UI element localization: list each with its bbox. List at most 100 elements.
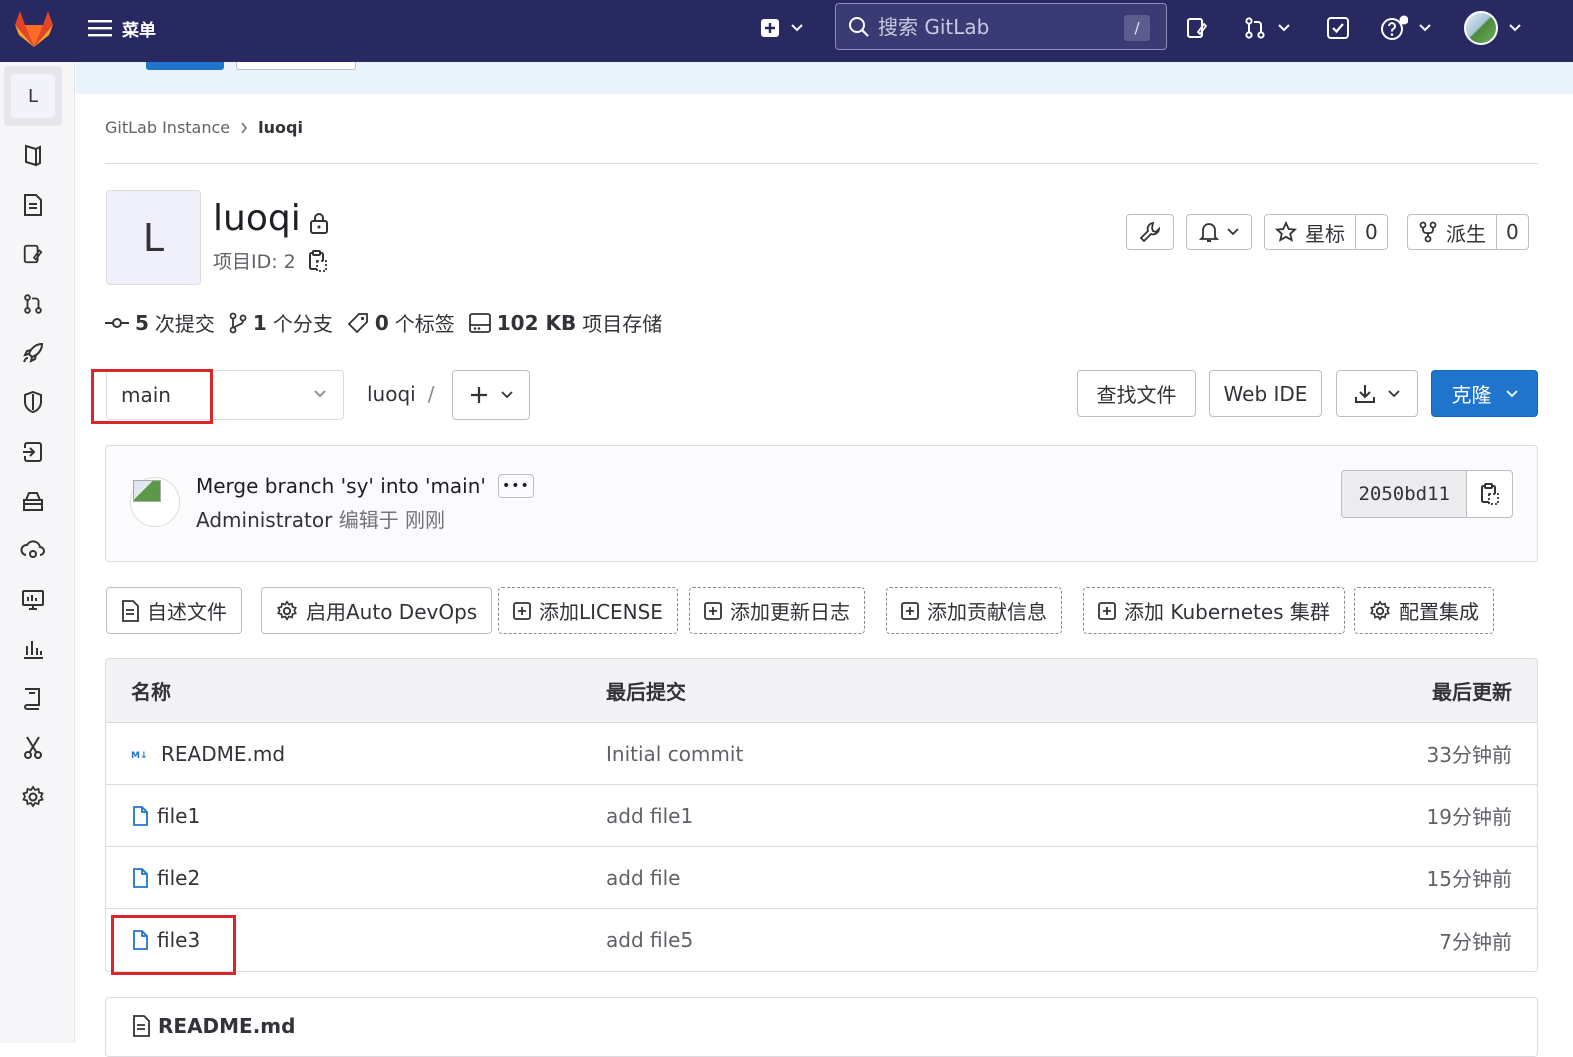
- readme-quick-action[interactable]: 自述文件: [106, 587, 242, 634]
- readme-panel: README.md: [105, 997, 1538, 1057]
- commit-author[interactable]: Administrator: [196, 508, 332, 532]
- shield-icon: [22, 390, 44, 414]
- banner-secondary-button[interactable]: [236, 62, 356, 70]
- todos-nav-button[interactable]: [1326, 14, 1350, 42]
- web-ide-button[interactable]: Web IDE: [1209, 370, 1322, 417]
- path-root[interactable]: luoqi: [367, 382, 416, 406]
- download-dropdown-button[interactable]: [1336, 370, 1418, 417]
- table-row[interactable]: file1 add file1 19分钟前: [106, 785, 1537, 847]
- fork-label: 派生: [1446, 221, 1486, 246]
- file-icon: [131, 805, 149, 827]
- find-file-button[interactable]: 查找文件: [1077, 370, 1196, 417]
- branches-stat[interactable]: 1 个分支: [229, 308, 333, 337]
- commit-author-avatar[interactable]: [130, 477, 180, 527]
- help-dropdown-button[interactable]: [1380, 14, 1432, 42]
- sidebar-item-project-overview[interactable]: [20, 142, 46, 168]
- file-name[interactable]: file3: [157, 928, 200, 952]
- sidebar-project-avatar[interactable]: L: [4, 66, 62, 126]
- tags-label: 个标签: [394, 312, 455, 336]
- gear-icon: [1369, 599, 1391, 622]
- file-name[interactable]: file1: [157, 804, 200, 828]
- search-shortcut-badge: /: [1124, 15, 1150, 41]
- sidebar-item-security[interactable]: [20, 389, 46, 415]
- sidebar-item-issues[interactable]: [20, 241, 46, 267]
- table-row[interactable]: file2 add file 15分钟前: [106, 847, 1537, 909]
- file-last-commit[interactable]: add file1: [606, 804, 1206, 828]
- commits-stat[interactable]: 5 次提交: [105, 308, 215, 337]
- settings-wrench-button[interactable]: [1126, 214, 1174, 250]
- breadcrumb-current[interactable]: luoqi: [258, 118, 303, 137]
- qa-label: 自述文件: [147, 600, 227, 624]
- project-stats: 5 次提交 1 个分支 0 个标签 102 KB 项目存储: [105, 308, 662, 337]
- issues-icon: [22, 243, 44, 265]
- project-title: luoqi: [213, 198, 301, 239]
- add-license-action[interactable]: 添加LICENSE: [498, 587, 678, 634]
- copy-id-icon[interactable]: [308, 249, 328, 273]
- readme-title[interactable]: README.md: [158, 1014, 295, 1038]
- banner-primary-button[interactable]: [146, 62, 224, 70]
- fork-button[interactable]: 派生: [1408, 215, 1496, 249]
- sidebar-item-settings[interactable]: [20, 784, 46, 810]
- gitlab-logo-icon[interactable]: [13, 9, 55, 49]
- sidebar-item-packages[interactable]: [20, 488, 46, 514]
- configure-integrations-action[interactable]: 配置集成: [1354, 587, 1494, 634]
- search-box[interactable]: /: [835, 3, 1167, 50]
- sidebar-item-repository[interactable]: [20, 192, 46, 218]
- sidebar-item-monitor[interactable]: [20, 587, 46, 613]
- issues-nav-button[interactable]: [1185, 14, 1209, 42]
- storage-label: 项目存储: [582, 312, 663, 336]
- commit-title[interactable]: Merge branch 'sy' into 'main': [196, 474, 486, 498]
- file-last-commit[interactable]: add file5: [606, 928, 1206, 952]
- breadcrumb-parent[interactable]: GitLab Instance: [105, 118, 230, 137]
- file-name[interactable]: README.md: [161, 742, 285, 766]
- scissors-icon: [22, 735, 44, 761]
- sidebar-item-infrastructure[interactable]: [20, 537, 46, 563]
- clone-dropdown-button[interactable]: 克隆: [1431, 370, 1538, 417]
- sidebar-item-wiki[interactable]: [20, 685, 46, 711]
- qa-label: 添加贡献信息: [927, 600, 1047, 624]
- chevron-right-icon: [240, 122, 248, 134]
- table-row[interactable]: file3 add file5 7分钟前: [106, 909, 1537, 971]
- merge-requests-nav-button[interactable]: [1243, 14, 1291, 42]
- star-button-group: 星标 0: [1264, 214, 1388, 250]
- project-id-text: 项目ID: 2: [213, 251, 296, 273]
- sidebar-item-ci-cd[interactable]: [20, 340, 46, 366]
- toggle-commit-description-button[interactable]: •••: [497, 474, 534, 498]
- tag-icon: [347, 312, 369, 334]
- commit-sha[interactable]: 2050bd11: [1342, 471, 1466, 517]
- add-contributing-action[interactable]: 添加贡献信息: [886, 587, 1062, 634]
- user-menu-button[interactable]: [1464, 10, 1522, 46]
- sidebar-item-merge-requests[interactable]: [20, 291, 46, 317]
- fork-count[interactable]: 0: [1496, 215, 1528, 249]
- hamburger-icon: [88, 19, 112, 37]
- clone-label: 克隆: [1451, 383, 1492, 407]
- add-kubernetes-cluster-action[interactable]: 添加 Kubernetes 集群: [1083, 587, 1345, 634]
- repo-path-breadcrumb: luoqi /: [367, 382, 434, 406]
- main-menu-button[interactable]: 菜单: [88, 13, 156, 43]
- svg-text:M↓: M↓: [131, 751, 148, 761]
- notification-dropdown-button[interactable]: [1186, 214, 1252, 250]
- file-name[interactable]: file2: [157, 866, 200, 890]
- table-row[interactable]: M↓ README.md Initial commit 33分钟前: [106, 723, 1537, 785]
- star-button[interactable]: 星标: [1265, 215, 1355, 249]
- add-changelog-action[interactable]: 添加更新日志: [689, 587, 865, 634]
- enable-auto-devops-action[interactable]: 启用Auto DevOps: [261, 587, 493, 634]
- sidebar-item-analytics[interactable]: [20, 636, 46, 662]
- new-dropdown-button[interactable]: [760, 14, 804, 42]
- star-count[interactable]: 0: [1355, 215, 1387, 249]
- file-icon: [131, 929, 149, 951]
- sidebar-item-deployments[interactable]: [20, 439, 46, 465]
- tags-stat[interactable]: 0 个标签: [347, 308, 455, 337]
- file-last-commit[interactable]: add file: [606, 866, 1206, 890]
- branch-selector[interactable]: main: [106, 370, 344, 420]
- add-to-tree-dropdown[interactable]: [452, 370, 530, 420]
- file-name-cell: M↓ README.md: [106, 742, 606, 766]
- sidebar-item-snippets[interactable]: [20, 735, 46, 761]
- storage-stat[interactable]: 102 KB 项目存储: [468, 308, 663, 337]
- gear-icon: [21, 785, 45, 809]
- column-header-name: 名称: [131, 680, 171, 704]
- copy-sha-button[interactable]: [1466, 471, 1512, 517]
- search-input[interactable]: [878, 14, 1118, 39]
- search-icon: [848, 16, 870, 38]
- file-last-commit[interactable]: Initial commit: [606, 742, 1206, 766]
